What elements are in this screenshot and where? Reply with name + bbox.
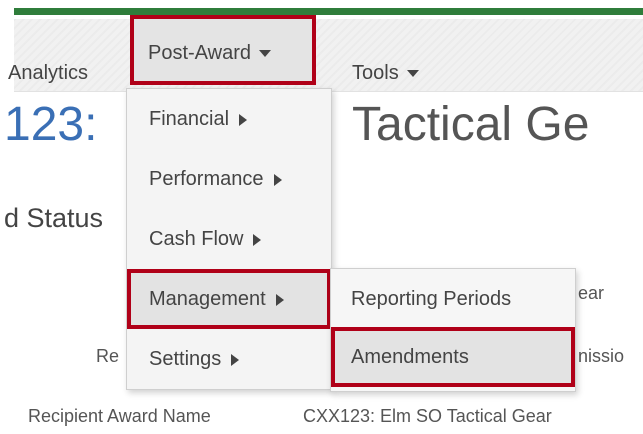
chevron-right-icon: [239, 113, 248, 126]
page-title-right: Tactical Ge: [352, 98, 590, 151]
nav-item-analytics-label: Analytics: [8, 62, 89, 84]
field-label-recipient-award-name: Recipient Award Name: [28, 406, 211, 426]
nav-item-tools[interactable]: Tools: [352, 55, 419, 91]
field-value-1: ear: [578, 283, 605, 303]
chevron-right-icon: [231, 353, 240, 366]
submenu-item-reporting-periods[interactable]: Reporting Periods: [331, 269, 575, 329]
post-award-dropdown-menu: Financial Performance Cash Flow Manageme…: [126, 88, 332, 390]
chevron-right-icon: [275, 293, 284, 306]
nav-item-analytics[interactable]: Analytics: [8, 55, 88, 91]
menu-item-management[interactable]: Management: [127, 269, 331, 329]
field-label-2: Re: [96, 346, 120, 366]
submenu-item-amendments[interactable]: Amendments: [331, 327, 575, 387]
page-title-left: 123:: [4, 98, 98, 151]
nav-item-post-award[interactable]: Post-Award: [130, 15, 316, 85]
field-value-2: nissio: [578, 346, 625, 366]
caret-down-icon: [406, 70, 419, 78]
menu-item-financial[interactable]: Financial: [127, 89, 331, 149]
management-submenu: Reporting Periods Amendments: [330, 268, 576, 392]
chevron-right-icon: [253, 233, 262, 246]
main-navbar: Analytics Tools: [8, 19, 643, 92]
caret-down-icon: [259, 50, 272, 58]
field-value-recipient-award-name: CXX123: Elm SO Tactical Gear: [303, 406, 552, 426]
chevron-right-icon: [273, 173, 282, 186]
nav-item-tools-label: Tools: [352, 62, 399, 84]
nav-item-post-award-label: Post-Award: [148, 42, 252, 64]
menu-item-cash-flow[interactable]: Cash Flow: [127, 209, 331, 269]
menu-item-performance[interactable]: Performance: [127, 149, 331, 209]
section-title: d Status: [4, 203, 104, 233]
menu-item-settings[interactable]: Settings: [127, 329, 331, 389]
top-accent-bar: [14, 0, 643, 18]
